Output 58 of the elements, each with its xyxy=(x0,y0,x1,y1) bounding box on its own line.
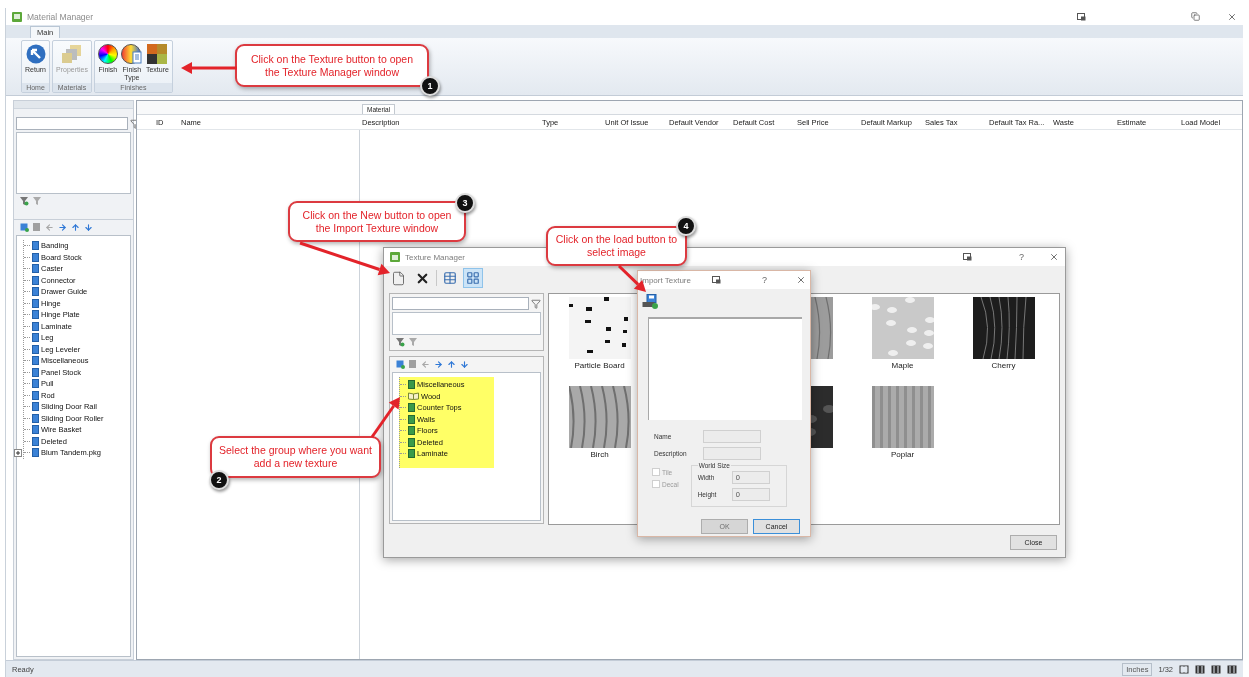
arrow-down-icon[interactable] xyxy=(84,223,93,232)
delete-icon[interactable] xyxy=(409,360,417,369)
arrow-up-icon[interactable] xyxy=(71,223,80,232)
tiles-icon xyxy=(147,44,168,64)
load-image-button[interactable] xyxy=(641,293,659,310)
add-filter-icon[interactable] xyxy=(20,197,29,206)
texture-name: Birch xyxy=(590,450,609,459)
status-tool-icon[interactable] xyxy=(1179,664,1189,674)
document-icon xyxy=(391,270,406,286)
app-logo-icon xyxy=(12,11,22,22)
arrow xyxy=(370,397,400,438)
callout-note: Select the group where you want add a new texture xyxy=(210,436,381,478)
callout-note: Click on the Texture button to open the Texture Manager window xyxy=(235,44,429,87)
arrow xyxy=(181,62,237,74)
book-icon xyxy=(408,380,415,390)
window-title: Material Manager xyxy=(27,11,94,22)
arrow-right-icon[interactable] xyxy=(434,360,443,369)
help-button[interactable]: ? xyxy=(762,275,767,285)
grid-icon xyxy=(466,271,480,285)
window-title: Texture Manager xyxy=(405,252,466,262)
filter-icon[interactable] xyxy=(531,298,541,309)
status-tool-icon[interactable] xyxy=(1227,664,1237,674)
arrow-left-icon[interactable] xyxy=(45,223,54,232)
status-tool-icon[interactable] xyxy=(1211,664,1221,674)
color-wheel-document-icon xyxy=(120,44,143,64)
arrow-right-icon[interactable] xyxy=(58,223,67,232)
open-book-icon xyxy=(408,392,419,401)
window-mode-icon[interactable] xyxy=(712,276,721,284)
clear-filter-icon[interactable] xyxy=(33,197,42,206)
status-tool-icon[interactable] xyxy=(1195,664,1205,674)
table-icon xyxy=(443,271,457,285)
texture-name: Particle Board xyxy=(574,361,625,370)
expand-icon[interactable] xyxy=(14,449,22,457)
restore-icon[interactable] xyxy=(1191,12,1200,21)
arrow-down-icon[interactable] xyxy=(460,360,469,369)
arrow-left-icon[interactable] xyxy=(421,360,430,369)
add-icon[interactable] xyxy=(396,360,405,369)
texture-name: Cherry xyxy=(991,361,1016,370)
window-mode-icon[interactable] xyxy=(963,253,972,261)
close-icon[interactable] xyxy=(796,275,806,285)
close-icon[interactable] xyxy=(1049,252,1059,262)
window-title: Import Texture xyxy=(640,275,691,285)
filter-field[interactable] xyxy=(16,117,128,130)
stacked-squares-icon xyxy=(60,44,83,64)
close-icon[interactable] xyxy=(1227,11,1237,22)
clear-filter-icon[interactable] xyxy=(409,338,418,347)
window-mode-icon[interactable] xyxy=(1077,12,1086,21)
add-filter-icon[interactable] xyxy=(396,338,405,347)
grid-view-button[interactable] xyxy=(463,268,483,288)
delete-icon[interactable] xyxy=(33,223,41,232)
texture-name: Poplar xyxy=(890,450,915,459)
add-icon[interactable] xyxy=(20,223,29,232)
app-logo-icon xyxy=(390,252,400,262)
help-button[interactable]: ? xyxy=(1019,252,1024,262)
color-wheel-icon xyxy=(97,44,118,64)
arrow-up-icon[interactable] xyxy=(447,360,456,369)
texture-name: Maple xyxy=(891,361,914,370)
filter-field[interactable] xyxy=(392,297,529,310)
